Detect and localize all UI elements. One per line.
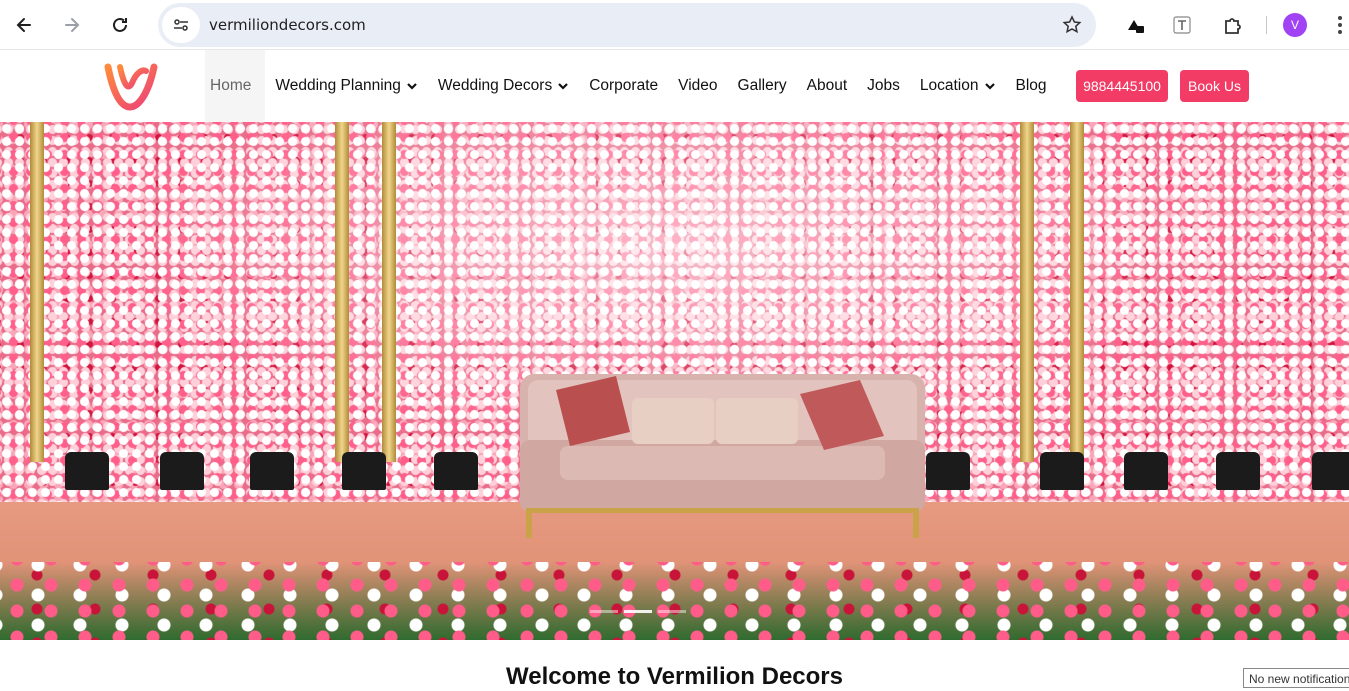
translate-extension-icon[interactable] xyxy=(1170,13,1194,37)
book-us-button[interactable]: Book Us xyxy=(1180,70,1249,102)
browser-toolbar: vermiliondecors.com V xyxy=(0,0,1349,50)
hero-banner[interactable] xyxy=(0,122,1349,640)
vermilion-logo[interactable] xyxy=(100,57,160,113)
extensions-puzzle-icon[interactable] xyxy=(1221,13,1245,37)
nav-corporate[interactable]: Corporate xyxy=(579,50,668,122)
carousel-dot[interactable] xyxy=(658,610,686,613)
chevron-down-icon xyxy=(558,83,568,90)
carousel-dot-active[interactable] xyxy=(624,610,652,613)
chevron-down-icon xyxy=(407,83,417,90)
address-bar[interactable]: vermiliondecors.com xyxy=(158,3,1096,47)
nav-wedding-planning[interactable]: Wedding Planning xyxy=(265,50,428,122)
site-info-icon[interactable] xyxy=(162,7,200,43)
sofa-image xyxy=(520,374,925,538)
nav-video[interactable]: Video xyxy=(668,50,727,122)
browser-menu-icon[interactable] xyxy=(1330,13,1349,37)
reload-icon[interactable] xyxy=(104,9,136,41)
front-flowers-image xyxy=(0,562,1349,640)
nav-location[interactable]: Location xyxy=(910,50,1006,122)
notification-tooltip: No new notifications xyxy=(1243,668,1349,688)
url-text[interactable]: vermiliondecors.com xyxy=(209,16,366,34)
chevron-down-icon xyxy=(984,83,995,90)
phone-button[interactable]: 9884445100 xyxy=(1076,70,1168,102)
nav-blog[interactable]: Blog xyxy=(1006,50,1057,122)
welcome-heading: Welcome to Vermilion Decors xyxy=(506,663,843,690)
back-icon[interactable] xyxy=(8,9,40,41)
carousel-indicators xyxy=(590,610,686,613)
profile-avatar[interactable]: V xyxy=(1283,13,1307,37)
nav-about[interactable]: About xyxy=(797,50,858,122)
nav-home[interactable]: Home xyxy=(205,50,266,122)
carousel-dot[interactable] xyxy=(590,610,618,613)
nav-wedding-decors[interactable]: Wedding Decors xyxy=(428,50,579,122)
main-nav: Home Wedding Planning Wedding Decors Cor… xyxy=(205,50,1057,122)
nav-jobs[interactable]: Jobs xyxy=(857,50,910,122)
site-header: Home Wedding Planning Wedding Decors Cor… xyxy=(0,50,1349,122)
forward-icon[interactable] xyxy=(56,9,88,41)
bookmark-star-icon[interactable] xyxy=(1062,15,1082,35)
toolbar-divider xyxy=(1266,16,1267,34)
extension-icon[interactable] xyxy=(1123,13,1147,37)
nav-gallery[interactable]: Gallery xyxy=(728,50,797,122)
